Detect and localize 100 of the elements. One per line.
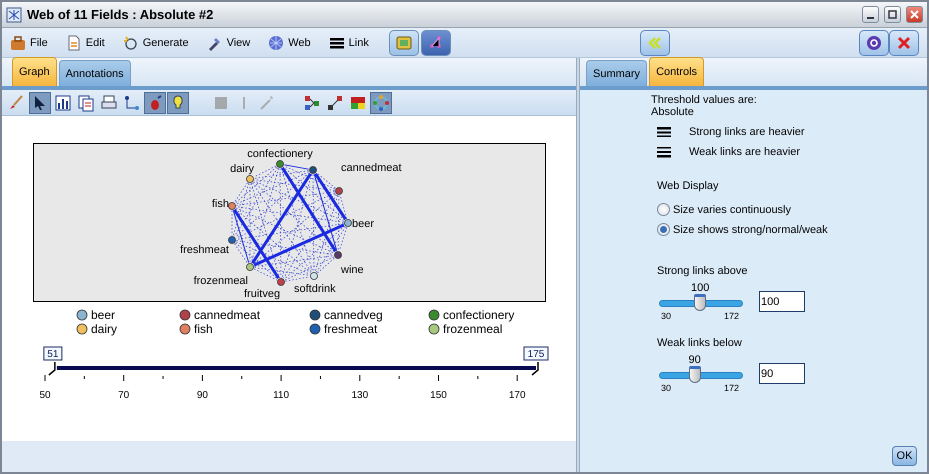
node-label: cannedmeat (341, 162, 402, 174)
close-button[interactable] (889, 30, 919, 56)
splitter-handle[interactable] (576, 58, 580, 472)
menu-item[interactable]: Link (328, 34, 369, 50)
double-chevron-icon (646, 36, 663, 50)
minimize-button[interactable] (862, 6, 879, 23)
tab[interactable]: Graph (12, 57, 57, 86)
axis-label: 50 (39, 390, 51, 401)
link-style-label: Weak links are heavier (689, 146, 800, 158)
view-toggle-button[interactable] (388, 30, 419, 56)
pointer-tool-button[interactable] (29, 92, 51, 114)
slider-min-label: 30 (661, 311, 672, 321)
menu-label[interactable]: Link (348, 36, 369, 48)
tab[interactable]: Summary (586, 60, 648, 86)
axis-label: 150 (430, 390, 447, 401)
radio-button[interactable] (657, 223, 670, 236)
range-handle[interactable] (532, 362, 539, 376)
menu-label[interactable]: Generate (142, 36, 189, 48)
help-button[interactable] (859, 30, 889, 56)
slider-value: 100 (691, 282, 710, 294)
threshold-mode: Absolute (651, 106, 695, 118)
node-label: freshmeat (180, 244, 229, 256)
sparkle-icon (122, 34, 139, 50)
handle-value-badge: 51 (43, 346, 62, 360)
tab[interactable]: Annotations (58, 60, 131, 86)
threshold-text: Threshold values are: (651, 94, 758, 106)
printer-icon (100, 94, 118, 112)
slider-thumb[interactable] (694, 294, 706, 311)
radio-label[interactable]: Size varies continuously (673, 204, 792, 216)
window-title: Web of 11 Fields : Absolute #2 (27, 7, 214, 22)
line-weight-icon (657, 146, 671, 158)
menu-item[interactable]: Generate (122, 34, 189, 50)
number-field[interactable]: 90 (759, 363, 805, 384)
close-icon (908, 8, 921, 21)
circle-layout-tool-button[interactable] (370, 92, 392, 114)
node-label: softdrink (294, 283, 336, 295)
node-label: wine (341, 264, 364, 276)
radio-label[interactable]: Size shows strong/normal/weak (673, 224, 828, 236)
slider-min-label: 30 (661, 383, 672, 393)
legend-label: dairy (91, 322, 118, 336)
maximize-icon (886, 8, 899, 21)
axis-label: 110 (273, 390, 290, 401)
close-icon (896, 34, 912, 50)
legend-label: cannedmeat (194, 308, 260, 322)
node-label: fruitveg (244, 288, 280, 300)
circle-layout-icon (372, 94, 390, 112)
slider-value: 90 (688, 354, 701, 366)
menu-label[interactable]: Web (288, 36, 311, 48)
help-icon (866, 34, 882, 50)
briefcase-icon (10, 34, 26, 50)
node-label: beer (352, 218, 374, 230)
menu-item[interactable]: File (10, 34, 48, 50)
line-weight-icon (657, 126, 671, 138)
menu-label[interactable]: Edit (86, 36, 105, 48)
slider-max-label: 172 (724, 383, 739, 393)
menu-item[interactable]: View (206, 34, 250, 50)
bar-chart-icon (54, 94, 72, 112)
axis-label: 170 (508, 390, 526, 401)
node-label: confectionery (247, 148, 313, 160)
slider-thumb[interactable] (688, 366, 701, 383)
link-line (284, 164, 310, 170)
legend-label: cannedveg (324, 308, 383, 322)
menu-label[interactable]: File (30, 36, 48, 48)
legend-label: beer (91, 308, 116, 322)
node-graph-icon (303, 94, 321, 112)
radio-button[interactable] (657, 203, 670, 216)
ok-button[interactable]: OK (892, 446, 917, 466)
node-label: dairy (230, 163, 254, 175)
link-icon (326, 94, 344, 112)
slider-label: Weak links below (657, 337, 743, 349)
handle-value-badge: 175 (524, 346, 548, 360)
table-icon (77, 94, 95, 112)
bug-tool-button[interactable] (144, 92, 166, 114)
node-label: fish (212, 198, 229, 210)
close-window-button[interactable] (906, 6, 923, 23)
maximize-button[interactable] (884, 6, 901, 23)
app-icon (6, 6, 22, 22)
menu-item[interactable]: Web (268, 34, 311, 50)
tab[interactable]: Controls (649, 57, 704, 86)
collapse-button[interactable] (640, 30, 670, 56)
section-heading: Web Display (657, 180, 720, 192)
axis-label: 90 (196, 390, 208, 401)
minimize-icon (867, 17, 874, 19)
legend-label: confectionery (443, 308, 514, 322)
menu-item[interactable]: Edit (66, 34, 105, 50)
slider-max-label: 172 (724, 311, 739, 321)
wand-icon (258, 94, 276, 112)
view-toggle-button[interactable] (420, 30, 451, 56)
bulb-tool-button[interactable] (167, 92, 189, 114)
slider-label: Strong links above (657, 265, 748, 277)
legend-label: freshmeat (324, 322, 378, 336)
axis-label: 70 (118, 390, 130, 401)
axis-label: 130 (351, 390, 368, 401)
picture-frame-icon (394, 34, 413, 52)
range-handle[interactable] (48, 362, 56, 376)
link-line (232, 210, 250, 264)
document-icon (66, 34, 82, 50)
web-icon (268, 34, 284, 50)
menu-label[interactable]: View (226, 36, 250, 48)
number-field[interactable]: 100 (759, 291, 805, 312)
